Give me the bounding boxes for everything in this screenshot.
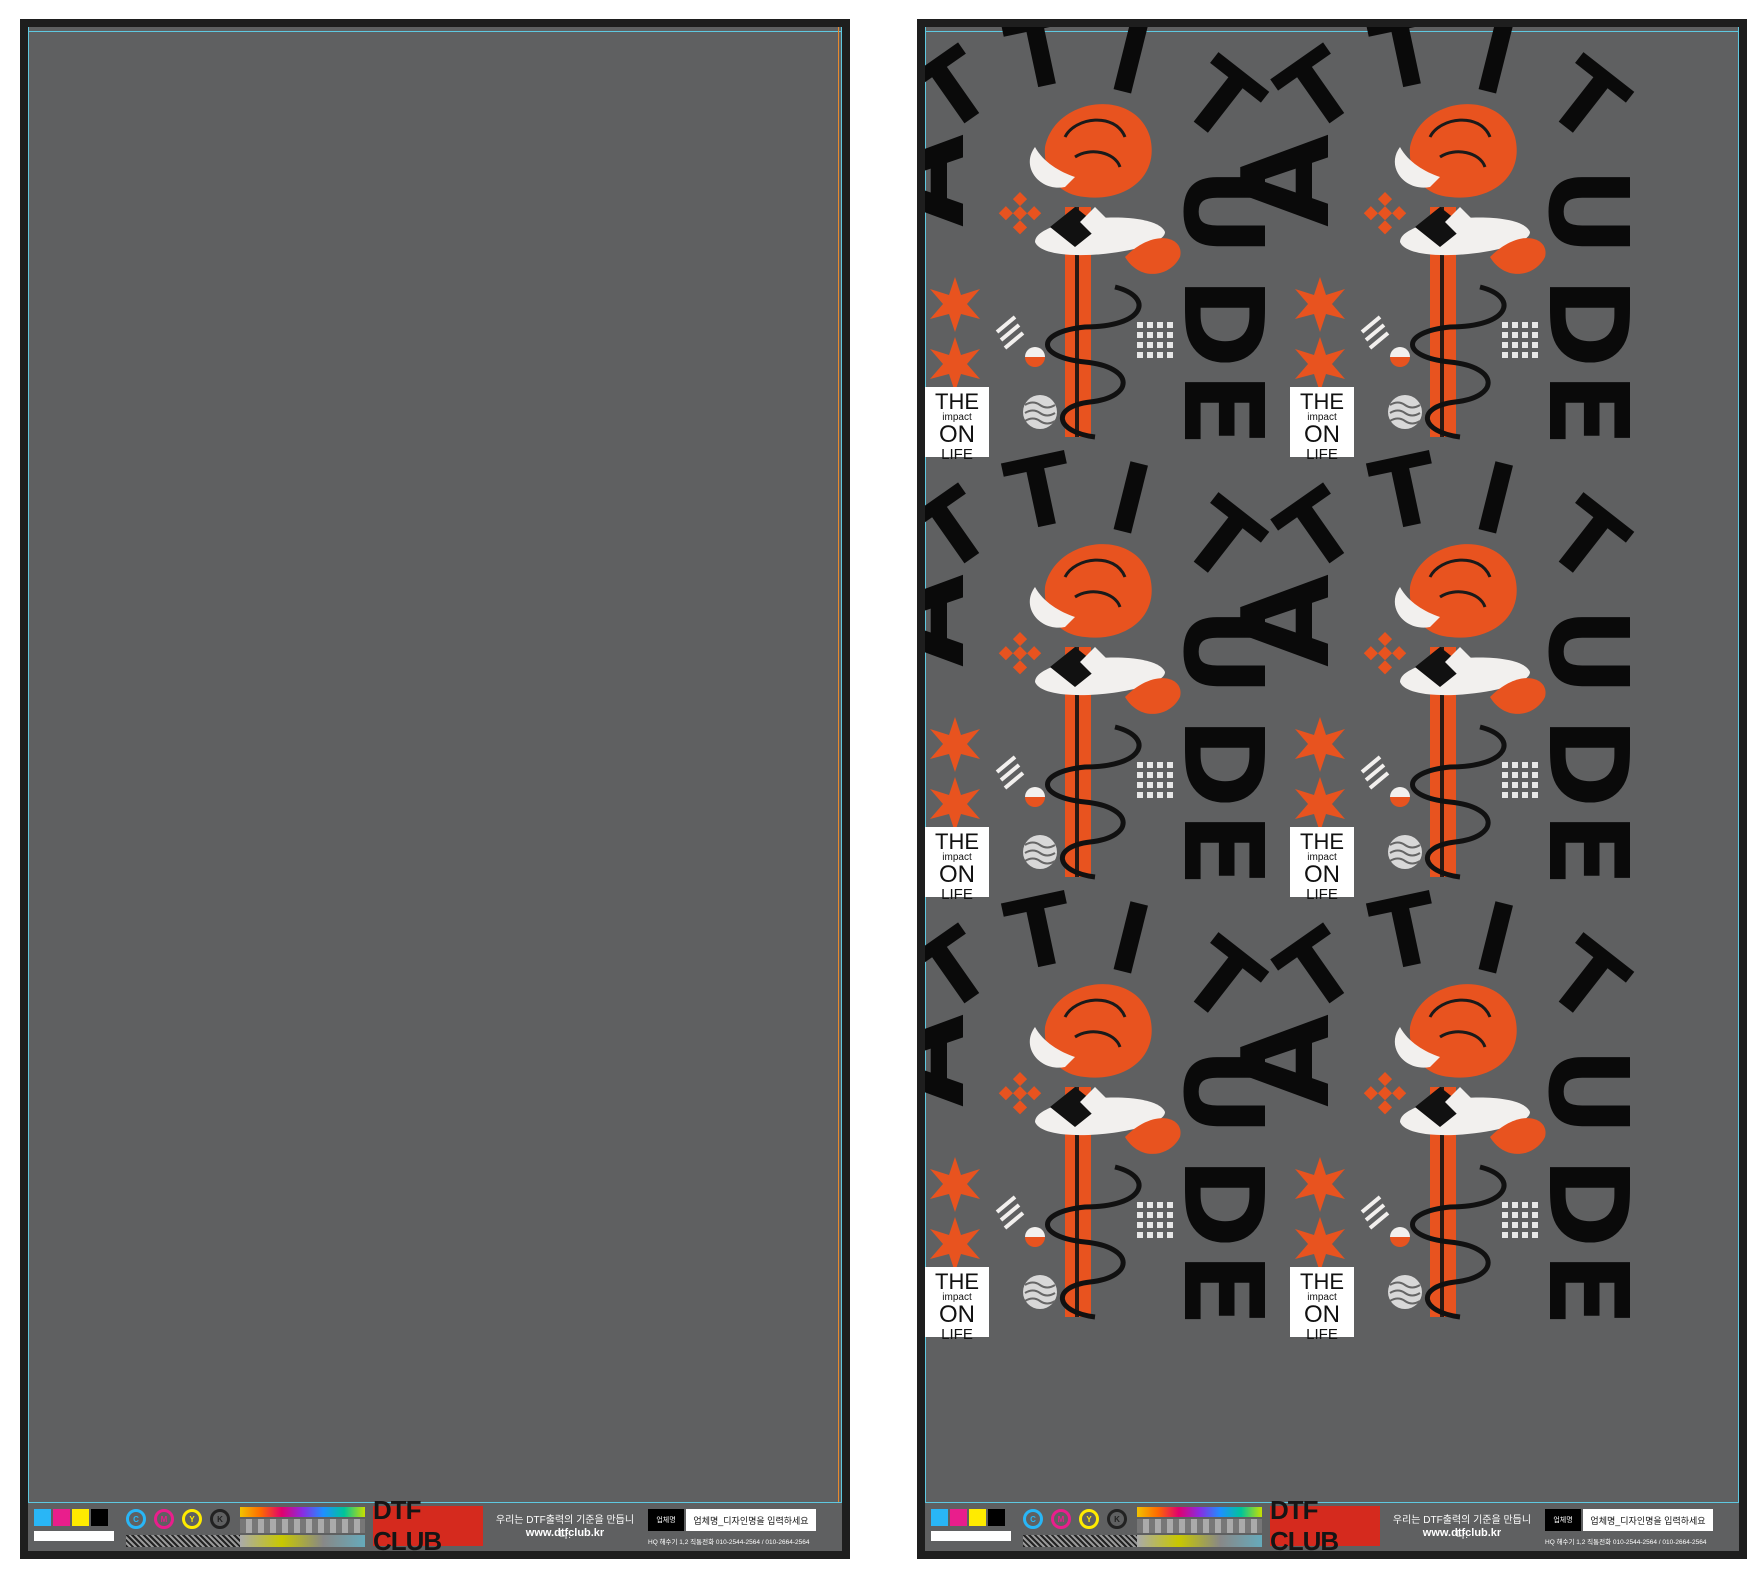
impact-badge: THE impact ON LIFE [925, 827, 989, 902]
ring-m: M [154, 1509, 174, 1529]
ring-y: Y [1079, 1509, 1099, 1529]
cmyk-swatches [34, 1509, 108, 1526]
ring-y: Y [182, 1509, 202, 1529]
color-steps [1137, 1535, 1262, 1547]
print-area-artwork: A T T I T U D E [925, 27, 1739, 1551]
guide-line [28, 27, 29, 1551]
sheet-artwork: A T T I T U D E [917, 19, 1747, 1559]
contact-info: HQ 해수기 1,2 직통전화 010-2544-2564 / 010-2664… [1545, 1539, 1707, 1546]
impact-badge: THE impact ON LIFE [1290, 1267, 1354, 1342]
registration-rings: C M Y K [1023, 1509, 1127, 1529]
ring-m: M [1051, 1509, 1071, 1529]
test-pattern [126, 1535, 256, 1547]
gradient-bar [240, 1507, 365, 1517]
impact-badge: THE impact ON LIFE [925, 1267, 989, 1342]
ring-k: K [210, 1509, 230, 1529]
ring-c: C [126, 1509, 146, 1529]
white-swatch [34, 1531, 114, 1541]
contact-info: HQ 해수기 1,2 직통전화 010-2544-2564 / 010-2664… [648, 1539, 810, 1546]
ring-c: C [1023, 1509, 1043, 1529]
footer-strip: C M Y K DTF CLUB 우리는 DTF출력의 기준을 만듭니다. ww… [28, 1495, 842, 1551]
artwork-tile [925, 27, 1287, 447]
sheet-empty: C M Y K DTF CLUB 우리는 DTF출력의 기준을 만듭니다. ww… [20, 19, 850, 1559]
dtf-club-logo: DTF CLUB [1270, 1495, 1380, 1551]
website-url: www.dtfclub.kr [1422, 1527, 1502, 1539]
ring-k: K [1107, 1509, 1127, 1529]
test-pattern [1023, 1535, 1153, 1547]
guide-line [841, 27, 842, 1551]
client-name-field[interactable]: 업체명_디자인명을 입력하세요 [1583, 1509, 1713, 1531]
client-label: 업체명 [648, 1509, 684, 1531]
registration-rings: C M Y K [126, 1509, 230, 1529]
website-url: www.dtfclub.kr [525, 1527, 605, 1539]
gray-steps [1137, 1519, 1262, 1533]
color-steps [240, 1535, 365, 1547]
print-area-empty: C M Y K DTF CLUB 우리는 DTF출력의 기준을 만듭니다. ww… [28, 27, 842, 1551]
guide-line [28, 31, 842, 32]
footer-strip: C M Y K DTF CLUB 우리는 DTF출력의 기준을 만듭니다. ww… [925, 1495, 1739, 1551]
white-swatch [931, 1531, 1011, 1541]
cmyk-swatches [931, 1509, 1005, 1526]
impact-badge: THE impact ON LIFE [1290, 387, 1354, 462]
gradient-bar [1137, 1507, 1262, 1517]
client-name-field[interactable]: 업체명_디자인명을 입력하세요 [686, 1509, 816, 1531]
bleed-line [838, 27, 839, 1551]
impact-badge: THE impact ON LIFE [1290, 827, 1354, 902]
impact-badge: THE impact ON LIFE [925, 387, 989, 462]
dtf-club-logo: DTF CLUB [373, 1495, 483, 1551]
client-label: 업체명 [1545, 1509, 1581, 1531]
gray-steps [240, 1519, 365, 1533]
